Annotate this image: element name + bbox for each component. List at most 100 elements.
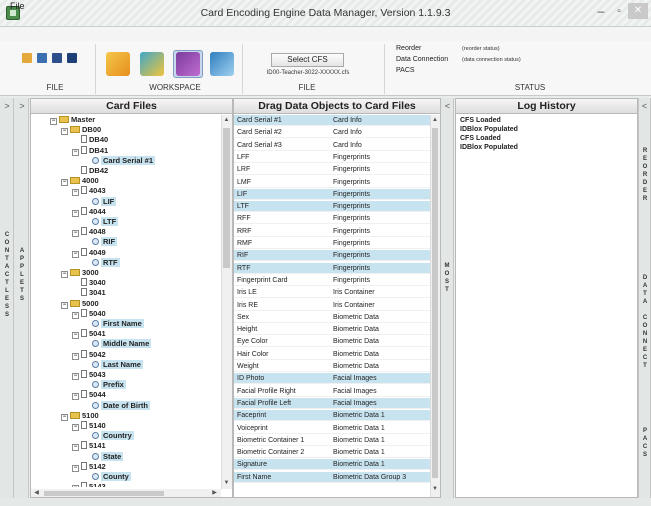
tree-node[interactable]: LIF	[83, 196, 117, 207]
data-object-row[interactable]: Sex Biometric Data	[234, 312, 430, 323]
collapse-most-button[interactable]: <	[443, 101, 452, 111]
printer-icon[interactable]	[210, 52, 234, 76]
tree-node[interactable]: − 5041	[72, 329, 106, 340]
data-object-row[interactable]: Facial Profile Right Facial Images	[234, 386, 430, 397]
data-grid-icon[interactable]	[176, 52, 200, 76]
tree-node[interactable]: Prefix	[83, 380, 126, 390]
data-object-row[interactable]: RTF Fingerprints	[234, 262, 430, 274]
data-objects-scroll-up[interactable]: ▲	[431, 117, 439, 123]
tree-node[interactable]: − 5142	[72, 461, 106, 472]
tree-expander[interactable]: −	[72, 352, 79, 360]
card-files-scroll-right[interactable]: ▶	[210, 489, 219, 496]
tree-node[interactable]: First Name	[83, 319, 144, 329]
data-object-row[interactable]: Biometric Container 1 Biometric Data 1	[234, 435, 430, 446]
data-object-row[interactable]: Card Serial #2 Card Info	[234, 127, 430, 139]
data-object-row[interactable]: Weight Biometric Data	[234, 361, 430, 372]
tree-node[interactable]: − DB41	[72, 145, 108, 156]
tree-node[interactable]: − 4043	[72, 186, 106, 197]
tree-node[interactable]: − 5141	[72, 441, 106, 452]
card-files-scroll-left[interactable]: ◀	[32, 489, 41, 496]
most-tab-label[interactable]: M O S T	[442, 262, 452, 294]
tree-expander[interactable]: −	[72, 485, 79, 487]
data-object-row[interactable]: Fingerprint Card Fingerprints	[234, 275, 430, 286]
tree-node[interactable]: − 4049	[72, 247, 106, 258]
card-files-scroll-thumb[interactable]	[223, 128, 230, 268]
tree-node[interactable]: − 5042	[72, 349, 106, 360]
tree-node[interactable]: − 5040	[72, 308, 106, 319]
data-object-row[interactable]: RIF Fingerprints	[234, 250, 430, 262]
tree-node[interactable]: Date of Birth	[83, 400, 150, 411]
tree-node[interactable]: − 5044	[72, 390, 106, 401]
tree-expander[interactable]: −	[61, 271, 68, 278]
tree-expander[interactable]: −	[72, 464, 79, 472]
new-file-icon[interactable]	[37, 53, 47, 63]
data-object-row[interactable]: Biometric Container 2 Biometric Data 1	[234, 447, 430, 459]
tree-node[interactable]: 3041	[72, 288, 106, 298]
tree-expander[interactable]: −	[72, 250, 79, 258]
data-object-row[interactable]: RMF Fingerprints	[234, 238, 430, 249]
tree-node[interactable]: − 5143	[72, 482, 106, 487]
pacs-tab-label[interactable]: P A C S	[640, 427, 650, 459]
data-objects-scroll-down[interactable]: ▼	[431, 486, 439, 492]
data-object-row[interactable]: Iris RE Iris Container	[234, 300, 430, 311]
tree-expander[interactable]: −	[72, 393, 79, 401]
tree-node[interactable]: RIF	[83, 237, 118, 247]
data-object-row[interactable]: Eye Color Biometric Data	[234, 336, 430, 348]
minimize-button[interactable]: –	[594, 5, 608, 19]
tree-node[interactable]: Last Name	[83, 359, 143, 370]
tree-node[interactable]: − Master	[50, 115, 95, 125]
collapse-right-button[interactable]: <	[640, 101, 649, 111]
card-files-scroll-down[interactable]: ▼	[222, 480, 231, 486]
tree-expander[interactable]: −	[72, 332, 79, 340]
tree-node[interactable]: 3040	[72, 278, 106, 288]
data-object-row[interactable]: Iris LE Iris Container	[234, 287, 430, 299]
data-object-row[interactable]: Faceprint Biometric Data 1	[234, 410, 430, 422]
tree-expander[interactable]: −	[61, 179, 68, 187]
tree-node[interactable]: LTF	[83, 217, 119, 227]
tree-node[interactable]: − 5100	[61, 411, 99, 421]
save-icon[interactable]	[52, 53, 62, 63]
close-button[interactable]: ✕	[628, 3, 648, 19]
tree-expander[interactable]: −	[61, 128, 68, 136]
data-objects-scroll-thumb[interactable]	[432, 128, 438, 478]
tree-expander[interactable]: −	[72, 311, 79, 319]
save-as-icon[interactable]	[67, 53, 77, 63]
tree-node[interactable]: − DB00	[61, 125, 101, 136]
data-object-row[interactable]: LMF Fingerprints	[234, 177, 430, 188]
data-connect-tab-label[interactable]: D A T A C O N N E C T	[640, 274, 650, 370]
data-object-row[interactable]: LRF Fingerprints	[234, 164, 430, 176]
data-object-row[interactable]: LIF Fingerprints	[234, 188, 430, 200]
contactless-card-icon[interactable]	[106, 52, 130, 76]
tree-node[interactable]: Country	[83, 431, 134, 441]
data-object-row[interactable]: ID Photo Facial Images	[234, 373, 430, 385]
tree-node[interactable]: DB40	[72, 135, 108, 145]
applets-tab-label[interactable]: A P P L E T S	[17, 247, 27, 303]
tree-expander[interactable]: −	[72, 444, 79, 452]
tree-expander[interactable]: −	[50, 118, 57, 125]
reorder-tab-label[interactable]: R E O R D E R	[640, 147, 650, 203]
open-folder-icon[interactable]	[22, 53, 32, 63]
most-strip[interactable]	[441, 98, 454, 498]
tree-expander[interactable]: −	[72, 148, 79, 156]
tree-expander[interactable]: −	[72, 373, 79, 380]
data-object-row[interactable]: Card Serial #3 Card Info	[234, 140, 430, 151]
tree-node[interactable]: Middle Name	[83, 339, 152, 349]
tree-node[interactable]: − 5043	[72, 370, 106, 380]
tree-node[interactable]: Card Serial #1	[83, 155, 156, 166]
tree-node[interactable]: − 5140	[72, 421, 106, 431]
tree-expander[interactable]: −	[72, 230, 79, 238]
data-object-row[interactable]: LTF Fingerprints	[234, 201, 430, 213]
tree-node[interactable]: RTF	[83, 257, 120, 268]
data-object-row[interactable]: Height Biometric Data	[234, 324, 430, 336]
contactless-tab-label[interactable]: C O N T A C T L E S S	[2, 231, 12, 319]
tree-node[interactable]: − 4000	[61, 176, 99, 187]
data-object-row[interactable]: Voiceprint Biometric Data 1	[234, 423, 430, 434]
card-files-scroll-up[interactable]: ▲	[222, 117, 231, 123]
card-files-hscroll-thumb[interactable]	[44, 491, 164, 496]
collapse-contactless-button[interactable]: >	[2, 101, 12, 111]
tree-node[interactable]: County	[83, 472, 131, 482]
data-object-row[interactable]: First Name Biometric Data Group 3	[234, 471, 430, 483]
menu-file[interactable]: File	[10, 1, 25, 11]
edit-pencil-icon[interactable]	[140, 52, 164, 76]
tree-node[interactable]: − 4044	[72, 206, 106, 217]
